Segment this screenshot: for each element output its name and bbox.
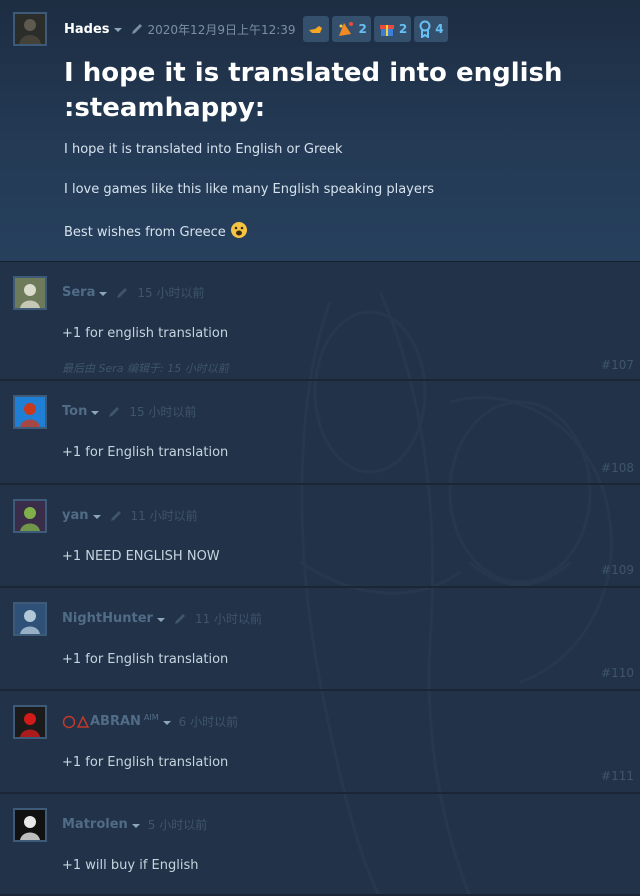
edit-history-icon bbox=[109, 406, 120, 417]
comment-avatar[interactable] bbox=[13, 808, 47, 842]
author-tag: AIM bbox=[143, 713, 159, 722]
comment-item: ABRAN AIM 6 小时以前 +1 for English translatio… bbox=[0, 691, 640, 794]
comment-text: +1 will buy if English bbox=[62, 858, 199, 873]
comment-header: yan 11 小时以前 bbox=[62, 507, 198, 524]
comment-number[interactable]: #111 bbox=[601, 769, 634, 783]
gift-award-icon bbox=[379, 25, 394, 36]
thumb-award-icon bbox=[308, 26, 322, 33]
edit-history-icon bbox=[131, 24, 142, 34]
op-body: I hope it is translated into English or … bbox=[64, 141, 434, 264]
comment-avatar[interactable] bbox=[13, 705, 47, 739]
comment-author[interactable]: ABRAN bbox=[90, 714, 141, 729]
original-post: Hades 2020年12月9日上午12:39 2 2 4 I hope it … bbox=[0, 0, 640, 262]
edit-history-icon bbox=[117, 287, 128, 298]
thread-title: I hope it is translated into english :st… bbox=[64, 58, 563, 123]
comment-avatar[interactable] bbox=[13, 276, 47, 310]
comment-time: 15 小时以前 bbox=[129, 405, 197, 419]
comment-time: 15 小时以前 bbox=[137, 286, 205, 300]
award-party[interactable]: 2 bbox=[331, 16, 371, 42]
medal-award-icon bbox=[419, 20, 431, 38]
chevron-down-icon[interactable] bbox=[156, 617, 165, 622]
comment-header: Ton 15 小时以前 bbox=[62, 403, 196, 420]
comment-text: +1 for english translation bbox=[62, 326, 229, 341]
comment-header: ABRAN AIM 6 小时以前 bbox=[62, 713, 238, 730]
red-triangle-icon bbox=[77, 714, 89, 728]
op-paragraph: I hope it is translated into English or … bbox=[64, 142, 343, 157]
award-medal-count: 4 bbox=[435, 22, 444, 36]
comment-time: 11 小时以前 bbox=[194, 612, 263, 626]
comment-item: Matrolen 5 小时以前 +1 will buy if English bbox=[0, 794, 640, 896]
edit-history-icon bbox=[110, 510, 121, 521]
award-gift[interactable]: 2 bbox=[373, 16, 412, 42]
comment-text: +1 for English translation bbox=[62, 445, 229, 460]
party-award-icon bbox=[338, 22, 353, 36]
comment-author[interactable]: NightHunter bbox=[62, 611, 153, 626]
op-author-line: Hades 2020年12月9日上午12:39 2 2 4 bbox=[64, 16, 448, 42]
comment-author[interactable]: Ton bbox=[62, 404, 87, 419]
comment-number[interactable]: #107 bbox=[601, 358, 634, 372]
comment-number[interactable]: #108 bbox=[601, 461, 634, 475]
comment-item: NightHunter 11 小时以前 +1 for English trans… bbox=[0, 588, 640, 691]
chevron-down-icon[interactable] bbox=[91, 410, 100, 415]
comment-author[interactable]: yan bbox=[62, 508, 89, 523]
op-paragraph-text: Best wishes from Greece bbox=[64, 225, 226, 240]
steamhappy-emoticon-icon bbox=[230, 222, 247, 238]
comment-number[interactable]: #110 bbox=[601, 666, 634, 680]
comment-header: Matrolen 5 小时以前 bbox=[62, 816, 207, 833]
chevron-down-icon[interactable] bbox=[131, 823, 140, 828]
comment-header: Sera 15 小时以前 bbox=[62, 284, 204, 301]
op-paragraph: I love games like this like many English… bbox=[64, 182, 434, 197]
op-paragraph: Best wishes from Greece bbox=[64, 221, 434, 241]
award-thumb[interactable] bbox=[302, 16, 329, 42]
comment-time: 6 小时以前 bbox=[178, 715, 239, 729]
op-date: 2020年12月9日上午12:39 bbox=[147, 22, 296, 37]
comment-text: +1 for English translation bbox=[62, 755, 229, 770]
award-medal[interactable]: 4 bbox=[414, 16, 448, 42]
comment-item: Sera 15 小时以前 +1 for english translation 最… bbox=[0, 262, 640, 381]
comment-text: +1 NEED ENGLISH NOW bbox=[62, 549, 220, 564]
comment-number[interactable]: #109 bbox=[601, 563, 634, 577]
award-party-count: 2 bbox=[358, 22, 367, 36]
comment-header: NightHunter 11 小时以前 bbox=[62, 610, 262, 627]
comment-edit-note: 最后由 Sera 编辑于: 15 小时以前 bbox=[62, 362, 229, 375]
comment-time: 11 小时以前 bbox=[130, 509, 198, 523]
chevron-down-icon[interactable] bbox=[162, 720, 171, 725]
comment-text: +1 for English translation bbox=[62, 652, 229, 667]
chevron-down-icon[interactable] bbox=[113, 28, 122, 32]
comment-avatar[interactable] bbox=[13, 499, 47, 533]
chevron-down-icon[interactable] bbox=[99, 291, 108, 296]
comment-avatar[interactable] bbox=[13, 602, 47, 636]
award-gift-count: 2 bbox=[398, 22, 408, 36]
op-author-name[interactable]: Hades bbox=[64, 22, 110, 37]
comment-item: yan 11 小时以前 +1 NEED ENGLISH NOW #109 bbox=[0, 485, 640, 588]
comment-author[interactable]: Matrolen bbox=[62, 817, 128, 832]
op-avatar[interactable] bbox=[13, 12, 47, 46]
red-circle-icon bbox=[62, 715, 76, 728]
comment-avatar[interactable] bbox=[13, 395, 47, 429]
comment-time: 5 小时以前 bbox=[147, 818, 208, 832]
chevron-down-icon[interactable] bbox=[92, 514, 101, 519]
comment-author[interactable]: Sera bbox=[62, 285, 95, 300]
comment-item: Ton 15 小时以前 +1 for English translation #1… bbox=[0, 381, 640, 485]
edit-history-icon bbox=[174, 613, 185, 624]
